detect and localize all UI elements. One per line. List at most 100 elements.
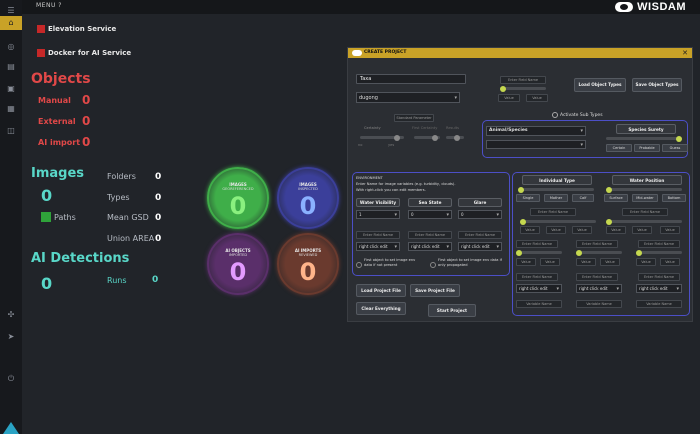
activate-subtypes-radio[interactable]: [552, 112, 558, 118]
individual-type-slider[interactable]: [518, 186, 594, 193]
env-field-name-input-2[interactable]: Enter Field Name: [408, 231, 452, 239]
species-surety-slider[interactable]: [606, 135, 682, 142]
value-input[interactable]: Value: [636, 258, 656, 266]
docker-service-toggle[interactable]: Docker for AI Service: [37, 49, 131, 57]
slider-knob[interactable]: [606, 218, 612, 225]
mother-button[interactable]: Mother: [544, 194, 568, 202]
value-input[interactable]: Value: [600, 258, 620, 266]
individual-type-label: Individual Type: [522, 175, 592, 185]
attr-field-name-input[interactable]: Enter Field Name: [576, 240, 618, 248]
slider-knob[interactable]: [394, 134, 400, 141]
first-certainty-slider[interactable]: [414, 134, 440, 141]
results-slider[interactable]: [446, 134, 464, 141]
globe-icon[interactable]: ◎: [0, 40, 22, 54]
taxa-input[interactable]: Taxa: [356, 74, 466, 84]
attr-edit-select[interactable]: right click edit: [516, 284, 562, 293]
single-button[interactable]: Single: [516, 194, 540, 202]
slider-knob[interactable]: [576, 249, 582, 256]
env-field-name-input-3[interactable]: Enter Field Name: [458, 231, 502, 239]
env-edit-select-2[interactable]: right click edit: [408, 242, 452, 251]
value-input[interactable]: Value: [576, 258, 596, 266]
clear-everything-button[interactable]: Clear Everything: [356, 302, 406, 315]
surface-button[interactable]: Surface: [604, 194, 628, 202]
glare-select[interactable]: 0: [458, 210, 502, 219]
plug-icon[interactable]: ➤: [0, 330, 22, 344]
attr-slider[interactable]: [636, 249, 682, 256]
water-visibility-select[interactable]: 1: [356, 210, 400, 219]
grid-icon[interactable]: ▦: [0, 102, 22, 116]
value-input[interactable]: Value: [660, 226, 680, 234]
field-slider[interactable]: [500, 85, 546, 92]
attr-field-name-input[interactable]: Enter Field Name: [516, 273, 558, 281]
attr-slider[interactable]: [516, 249, 562, 256]
attr-field-name-input[interactable]: Enter Field Name: [516, 240, 558, 248]
bottom-button[interactable]: Bottom: [662, 194, 686, 202]
attr-edit-select[interactable]: right click edit: [636, 284, 682, 293]
animal-species-field[interactable]: Animal/Species: [486, 126, 586, 136]
attr-slider[interactable]: [520, 218, 596, 225]
exit-icon[interactable]: ⏻: [0, 372, 22, 386]
variable-name-input[interactable]: Variable Name: [516, 300, 562, 308]
slider-knob[interactable]: [516, 249, 522, 256]
menu-button[interactable]: MENU ?: [36, 2, 62, 9]
load-project-file-button[interactable]: Load Project File: [356, 284, 406, 297]
value-input[interactable]: Value: [498, 94, 520, 102]
env-edit-select-1[interactable]: right click edit: [356, 242, 400, 251]
mid-water-button[interactable]: Mid-water: [632, 194, 658, 202]
slider-knob[interactable]: [636, 249, 642, 256]
water-position-slider[interactable]: [606, 186, 682, 193]
save-project-file-button[interactable]: Save Project File: [410, 284, 460, 297]
first-object-propagated-radio[interactable]: [430, 262, 436, 268]
certainty-slider[interactable]: [360, 134, 404, 141]
value-input[interactable]: Value: [516, 258, 536, 266]
home-icon[interactable]: ⌂: [0, 16, 22, 30]
env-edit-select-3[interactable]: right click edit: [458, 242, 502, 251]
value-input[interactable]: Value: [526, 94, 548, 102]
attr-slider[interactable]: [576, 249, 622, 256]
elevation-service-toggle[interactable]: Elevation Service: [37, 25, 116, 33]
sea-state-select[interactable]: 0: [408, 210, 452, 219]
first-object-not-present-radio[interactable]: [356, 262, 362, 268]
close-icon[interactable]: ✕: [682, 49, 688, 57]
certain-button[interactable]: Certain: [606, 144, 632, 152]
attr-field-name-input[interactable]: Enter Field Name: [638, 273, 680, 281]
database-icon[interactable]: ◫: [0, 124, 22, 138]
attr-edit-select[interactable]: right click edit: [576, 284, 622, 293]
book-icon[interactable]: ▤: [0, 60, 22, 74]
value-input[interactable]: Value: [520, 226, 540, 234]
variable-name-input[interactable]: Variable Name: [576, 300, 622, 308]
slider-knob[interactable]: [520, 218, 526, 225]
image-icon[interactable]: ▣: [0, 82, 22, 96]
attr-field-name-input[interactable]: Enter Field Name: [638, 240, 680, 248]
guess-button[interactable]: Guess: [662, 144, 688, 152]
value-input[interactable]: Value: [632, 226, 652, 234]
field-name-input[interactable]: Enter Field Name: [500, 76, 546, 84]
env-field-name-input-1[interactable]: Enter Field Name: [356, 231, 400, 239]
value-input[interactable]: Value: [546, 226, 566, 234]
slider-knob[interactable]: [676, 135, 682, 142]
load-object-types-button[interactable]: Load Object Types: [574, 78, 626, 92]
slider-knob[interactable]: [518, 186, 524, 193]
start-project-button[interactable]: Start Project: [428, 304, 476, 317]
variable-name-input[interactable]: Variable Name: [636, 300, 682, 308]
calf-button[interactable]: Calf: [572, 194, 594, 202]
attr-field-name-input[interactable]: Enter Field Name: [622, 208, 668, 216]
attr-field-name-input[interactable]: Enter Field Name: [530, 208, 576, 216]
attr-field-name-input[interactable]: Enter Field Name: [576, 273, 618, 281]
slider-knob[interactable]: [454, 134, 460, 141]
value-input[interactable]: Value: [572, 226, 592, 234]
species-select[interactable]: dugong: [356, 92, 460, 103]
attr-slider[interactable]: [606, 218, 682, 225]
value-input[interactable]: Value: [660, 258, 680, 266]
slider-knob[interactable]: [500, 85, 506, 92]
slider-knob[interactable]: [606, 186, 612, 193]
value-input[interactable]: Value: [606, 226, 626, 234]
save-object-types-button[interactable]: Save Object Types: [632, 78, 682, 92]
species-subtype-select[interactable]: [486, 140, 586, 149]
probable-button[interactable]: Probable: [634, 144, 660, 152]
value-input[interactable]: Value: [540, 258, 560, 266]
slider-knob[interactable]: [432, 134, 438, 141]
paths-toggle[interactable]: Paths: [41, 212, 76, 222]
gauge-value: 0: [299, 192, 317, 220]
tool-icon[interactable]: ✣: [0, 308, 22, 322]
